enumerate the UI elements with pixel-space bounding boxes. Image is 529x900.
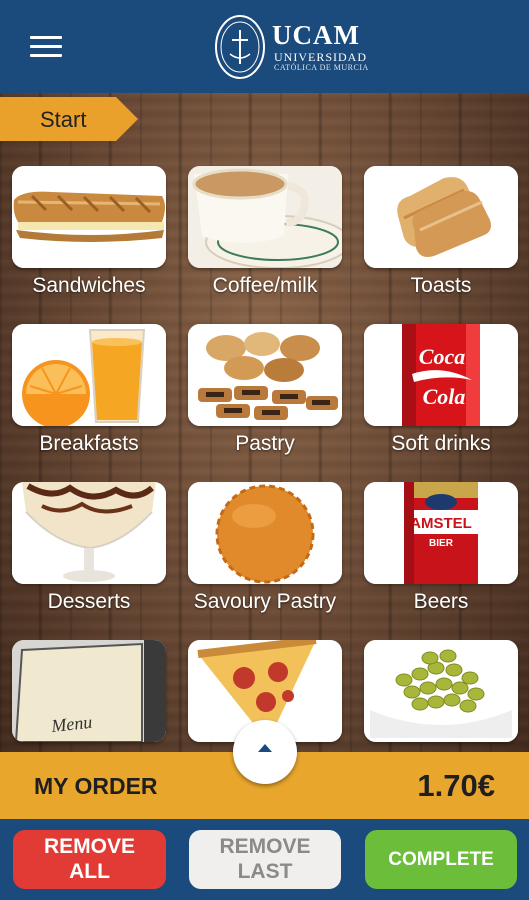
breadcrumb-label: Start <box>40 107 87 132</box>
complete-label: COMPLETE <box>388 848 494 870</box>
category-label: Breakfasts <box>39 432 139 455</box>
category-label: Pastry <box>235 432 295 455</box>
category-breakfasts[interactable]: Breakfasts <box>12 324 166 456</box>
breadcrumb-start[interactable]: Start <box>0 97 138 141</box>
app-header: UCAM UNIVERSIDAD CATÓLICA DE MURCIA <box>0 0 529 93</box>
category-label: Sandwiches <box>32 274 146 297</box>
category-desserts[interactable]: Desserts <box>12 482 166 614</box>
coffee-cup-image <box>188 166 342 268</box>
category-beers[interactable]: AMSTEL BIER Beers <box>364 482 518 614</box>
category-coffee-milk[interactable]: Coffee/milk <box>188 166 342 298</box>
category-pastry[interactable]: Pastry <box>188 324 342 456</box>
cola-can-image: Coca Cola <box>364 324 518 426</box>
expand-order-button[interactable] <box>233 720 297 784</box>
toast-image <box>364 166 518 268</box>
remove-all-button[interactable]: REMOVE ALL <box>13 830 166 889</box>
beer-can-image: AMSTEL BIER <box>364 482 518 584</box>
remove-last-label: REMOVE LAST <box>219 835 311 883</box>
category-label: Beers <box>413 590 469 613</box>
ucam-logo: UCAM UNIVERSIDAD CATÓLICA DE MURCIA <box>214 14 374 80</box>
svg-text:Cola: Cola <box>423 384 466 409</box>
menu-icon[interactable] <box>30 36 62 60</box>
svg-text:AMSTEL: AMSTEL <box>410 515 472 532</box>
logo-title: UCAM <box>272 20 360 50</box>
category-sandwiches[interactable]: Sandwiches <box>12 166 166 298</box>
olives-image <box>364 640 518 742</box>
svg-text:Coca: Coca <box>419 344 465 369</box>
category-soft-drinks[interactable]: Coca Cola Soft drinks <box>364 324 518 456</box>
seal-icon <box>215 15 265 79</box>
category-savoury-pastry[interactable]: Savoury Pastry <box>188 482 342 614</box>
chevron-up-icon <box>258 744 272 752</box>
pastry-image <box>188 324 342 426</box>
action-bar: REMOVE ALL REMOVE LAST COMPLETE <box>0 819 529 900</box>
category-label: Soft drinks <box>391 432 491 455</box>
complete-button[interactable]: COMPLETE <box>365 830 517 889</box>
order-title: MY ORDER <box>34 773 158 799</box>
order-total: 1.70€ <box>417 768 495 803</box>
category-olives[interactable] <box>364 640 518 742</box>
ice-cream-image <box>12 482 166 584</box>
menu-board-image: Menu <box>12 640 166 742</box>
category-label: Desserts <box>47 590 131 613</box>
category-label: Savoury Pastry <box>193 590 337 613</box>
remove-last-button[interactable]: REMOVE LAST <box>189 830 341 889</box>
logo-subtitle-2: CATÓLICA DE MURCIA <box>274 63 369 72</box>
category-label: Toasts <box>410 274 472 297</box>
orange-juice-image <box>12 324 166 426</box>
baguette-image <box>12 166 166 268</box>
svg-text:BIER: BIER <box>429 538 454 549</box>
remove-all-label: REMOVE ALL <box>43 835 135 883</box>
category-label: Coffee/milk <box>212 274 318 297</box>
pie-image <box>188 482 342 584</box>
category-toasts[interactable]: Toasts <box>364 166 518 298</box>
category-menu[interactable]: Menu <box>12 640 166 742</box>
